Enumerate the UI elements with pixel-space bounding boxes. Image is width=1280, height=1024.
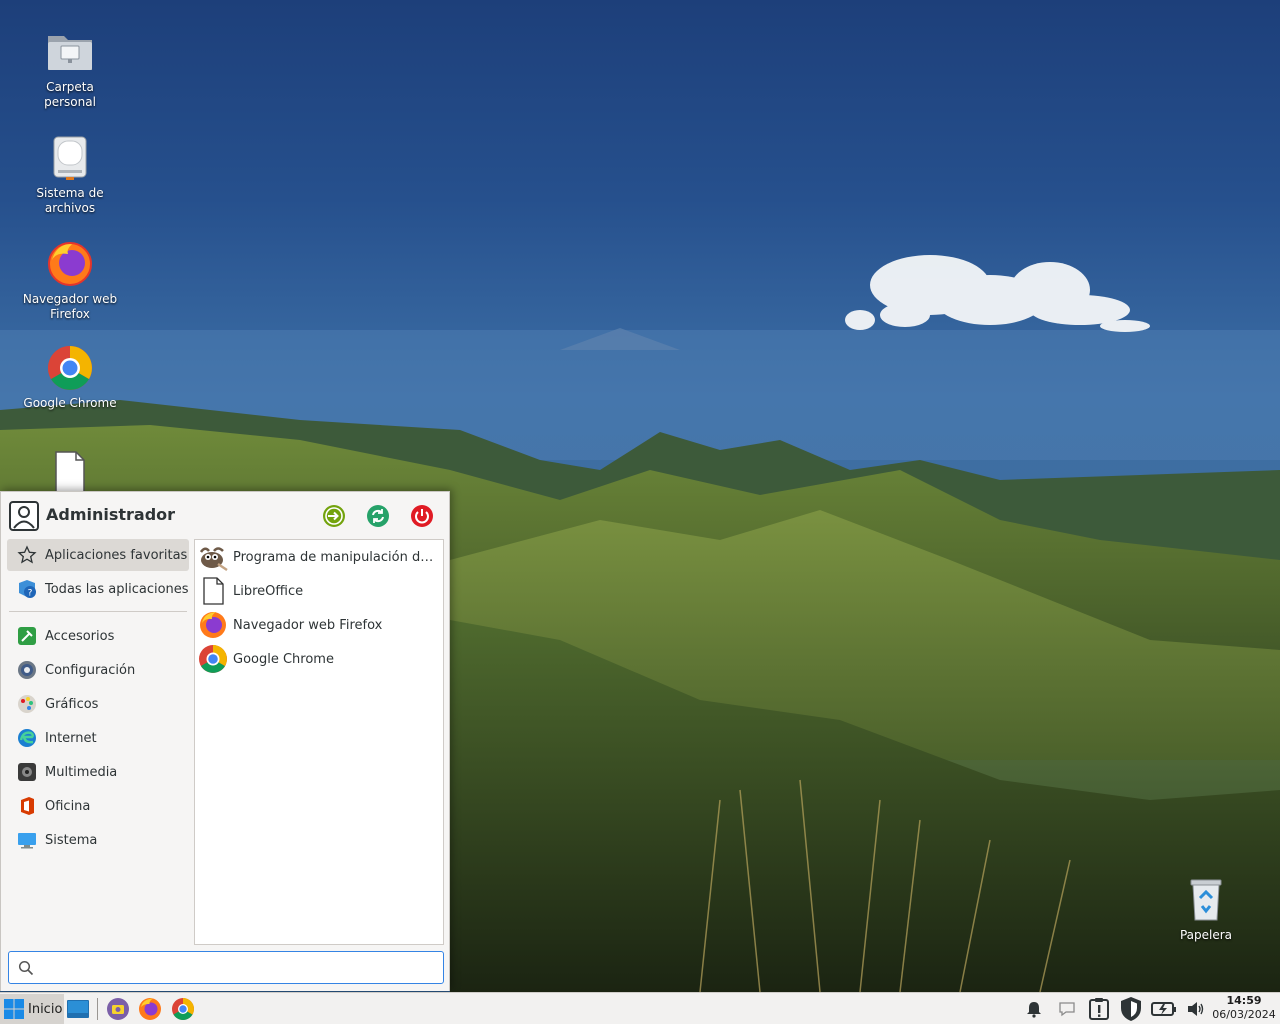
- hard-drive-icon: [53, 136, 87, 180]
- category-separator: [9, 611, 187, 612]
- chrome-icon: [199, 645, 227, 673]
- trash-icon: [1190, 879, 1222, 921]
- app-item-firefox[interactable]: Navegador web Firefox: [195, 608, 443, 642]
- volume-icon[interactable]: [1186, 1000, 1206, 1018]
- windows-logo-icon: [4, 999, 24, 1019]
- chat-icon[interactable]: [1058, 1000, 1076, 1018]
- desktop-icon-trash[interactable]: Papelera: [1156, 876, 1256, 943]
- category-label: Todas las aplicaciones: [45, 581, 189, 597]
- clock-date: 06/03/2024: [1212, 1008, 1276, 1021]
- desktop-icon-label: Sistema de archivos: [36, 186, 104, 215]
- desktop-icon-filesystem[interactable]: Sistema de archivos: [20, 134, 120, 216]
- menu-header: Administrador: [8, 500, 444, 532]
- category-settings[interactable]: Configuración: [7, 654, 189, 686]
- search-icon: [18, 960, 34, 976]
- category-label: Sistema: [45, 832, 98, 848]
- shield-icon[interactable]: [1119, 996, 1143, 1022]
- app-label: Google Chrome: [233, 651, 334, 667]
- show-desktop-icon[interactable]: [66, 997, 90, 1021]
- star-icon: [17, 545, 37, 564]
- desktop-icon-label: Carpeta personal: [44, 80, 96, 109]
- category-label: Gráficos: [45, 696, 99, 712]
- svg-text:?: ?: [28, 589, 33, 599]
- screenshot-icon[interactable]: [106, 997, 130, 1021]
- settings-icon: [18, 661, 36, 679]
- user-avatar-icon[interactable]: [9, 501, 39, 531]
- category-accessories[interactable]: Accesorios: [7, 620, 189, 652]
- desktop-icon-firefox[interactable]: Navegador web Firefox: [20, 240, 120, 322]
- battery-charging-icon[interactable]: [1151, 999, 1177, 1019]
- category-label: Multimedia: [45, 764, 118, 780]
- taskbar: Inicio 14:59 06/03/2024: [0, 992, 1280, 1024]
- start-label: Inicio: [28, 1001, 63, 1017]
- office-icon: [21, 797, 34, 815]
- application-menu: Administrador Aplicaciones favoritas ? T…: [0, 491, 450, 991]
- panel-separator: [97, 998, 98, 1020]
- chrome-icon: [48, 346, 92, 390]
- search-input[interactable]: [39, 956, 439, 980]
- desktop-icon-label: Google Chrome: [23, 396, 117, 410]
- logout-button[interactable]: [322, 504, 346, 528]
- category-label: Accesorios: [45, 628, 115, 644]
- firefox-icon: [200, 612, 226, 638]
- libreoffice-icon: [203, 577, 224, 605]
- power-button[interactable]: [410, 504, 434, 528]
- home-folder-icon: [48, 36, 92, 70]
- switch-user-button[interactable]: [366, 504, 390, 528]
- desktop-icon-home-folder[interactable]: Carpeta personal: [20, 28, 120, 110]
- category-list: Aplicaciones favoritas ? Todas las aplic…: [7, 539, 189, 945]
- clock-time: 14:59: [1226, 994, 1262, 1007]
- firefox-icon[interactable]: [138, 997, 162, 1021]
- favorites-list: Programa de manipulación de i... LibreOf…: [194, 539, 444, 945]
- app-item-chrome[interactable]: Google Chrome: [195, 642, 443, 676]
- category-internet[interactable]: Internet: [7, 722, 189, 754]
- category-label: Oficina: [45, 798, 91, 814]
- category-multimedia[interactable]: Multimedia: [7, 756, 189, 788]
- chrome-icon[interactable]: [171, 997, 195, 1021]
- all-apps-icon: ?: [19, 580, 36, 599]
- user-name: Administrador: [46, 505, 176, 524]
- app-label: Navegador web Firefox: [233, 617, 383, 633]
- category-graphics[interactable]: Gráficos: [7, 688, 189, 720]
- update-notifier-icon[interactable]: [1088, 997, 1110, 1021]
- app-label: LibreOffice: [233, 583, 304, 599]
- accessories-icon: [18, 627, 36, 645]
- app-item-gimp[interactable]: Programa de manipulación de i...: [195, 540, 443, 574]
- search-box[interactable]: [8, 951, 444, 984]
- gimp-icon: [199, 547, 228, 572]
- app-item-libreoffice[interactable]: LibreOffice: [195, 574, 443, 608]
- category-label: Aplicaciones favoritas: [45, 547, 188, 563]
- system-icon: [18, 833, 36, 849]
- desktop-icon-chrome[interactable]: Google Chrome: [20, 344, 120, 411]
- desktop-icon-label: Papelera: [1179, 928, 1233, 942]
- category-label: Internet: [45, 730, 97, 746]
- category-favorites[interactable]: Aplicaciones favoritas: [7, 539, 189, 571]
- start-menu-button[interactable]: Inicio: [0, 994, 64, 1024]
- app-label: Programa de manipulación de i...: [233, 549, 438, 565]
- category-office[interactable]: Oficina: [7, 790, 189, 822]
- desktop-icon-label: Navegador web Firefox: [22, 292, 118, 321]
- category-all-apps[interactable]: ? Todas las aplicaciones: [7, 573, 189, 605]
- firefox-icon: [48, 242, 92, 286]
- category-label: Configuración: [45, 662, 136, 678]
- clock[interactable]: 14:59 06/03/2024: [1212, 994, 1276, 1022]
- internet-icon: [18, 729, 36, 747]
- category-system[interactable]: Sistema: [7, 824, 189, 856]
- graphics-icon: [18, 695, 36, 713]
- multimedia-icon: [18, 763, 36, 781]
- notification-bell-icon[interactable]: [1025, 1000, 1043, 1018]
